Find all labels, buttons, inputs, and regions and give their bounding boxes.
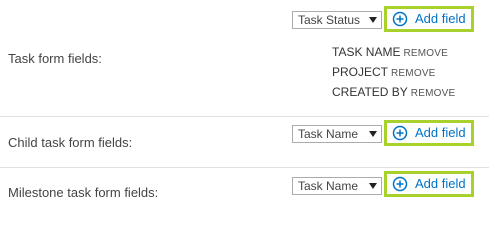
field-name: CREATED BY	[332, 85, 408, 99]
child-task-add-field-button[interactable]: Add field	[384, 120, 474, 146]
plus-circle-icon	[392, 11, 408, 27]
field-item: TASK NAME REMOVE	[332, 43, 455, 63]
child-task-form-fields-label: Child task form fields:	[8, 135, 133, 150]
task-form-fields-row: Task form fields: Task Status Add field …	[0, 0, 489, 116]
milestone-task-add-field-button[interactable]: Add field	[384, 171, 474, 197]
remove-link[interactable]: REMOVE	[391, 68, 436, 79]
plus-circle-icon	[392, 125, 408, 141]
chevron-down-icon	[369, 17, 377, 23]
chevron-down-icon	[369, 131, 377, 137]
remove-link[interactable]: REMOVE	[403, 48, 448, 59]
field-name: PROJECT	[332, 65, 389, 79]
task-add-field-label: Add field	[415, 11, 466, 26]
field-item: PROJECT REMOVE	[332, 63, 455, 83]
child-task-field-select-value: Task Name	[298, 127, 359, 141]
child-task-field-select[interactable]: Task Name	[292, 125, 382, 143]
plus-circle-icon	[392, 176, 408, 192]
field-item: CREATED BY REMOVE	[332, 83, 455, 103]
remove-link[interactable]: REMOVE	[411, 88, 456, 99]
child-task-add-field-label: Add field	[415, 125, 466, 140]
chevron-down-icon	[369, 183, 377, 189]
milestone-task-add-field-label: Add field	[415, 176, 466, 191]
task-form-fields-label: Task form fields:	[8, 51, 102, 66]
task-add-field-button[interactable]: Add field	[384, 6, 474, 32]
task-field-select[interactable]: Task Status	[292, 11, 382, 29]
milestone-task-field-select[interactable]: Task Name	[292, 177, 382, 195]
child-task-form-fields-row: Child task form fields: Task Name Add fi…	[0, 117, 489, 167]
task-field-select-value: Task Status	[298, 13, 361, 27]
milestone-task-form-fields-label: Milestone task form fields:	[8, 185, 159, 200]
field-name: TASK NAME	[332, 45, 401, 59]
task-fields-list: TASK NAME REMOVE PROJECT REMOVE CREATED BY…	[332, 43, 455, 103]
milestone-task-form-fields-row: Milestone task form fields: Task Name Ad…	[0, 168, 489, 218]
milestone-task-field-select-value: Task Name	[298, 179, 359, 193]
